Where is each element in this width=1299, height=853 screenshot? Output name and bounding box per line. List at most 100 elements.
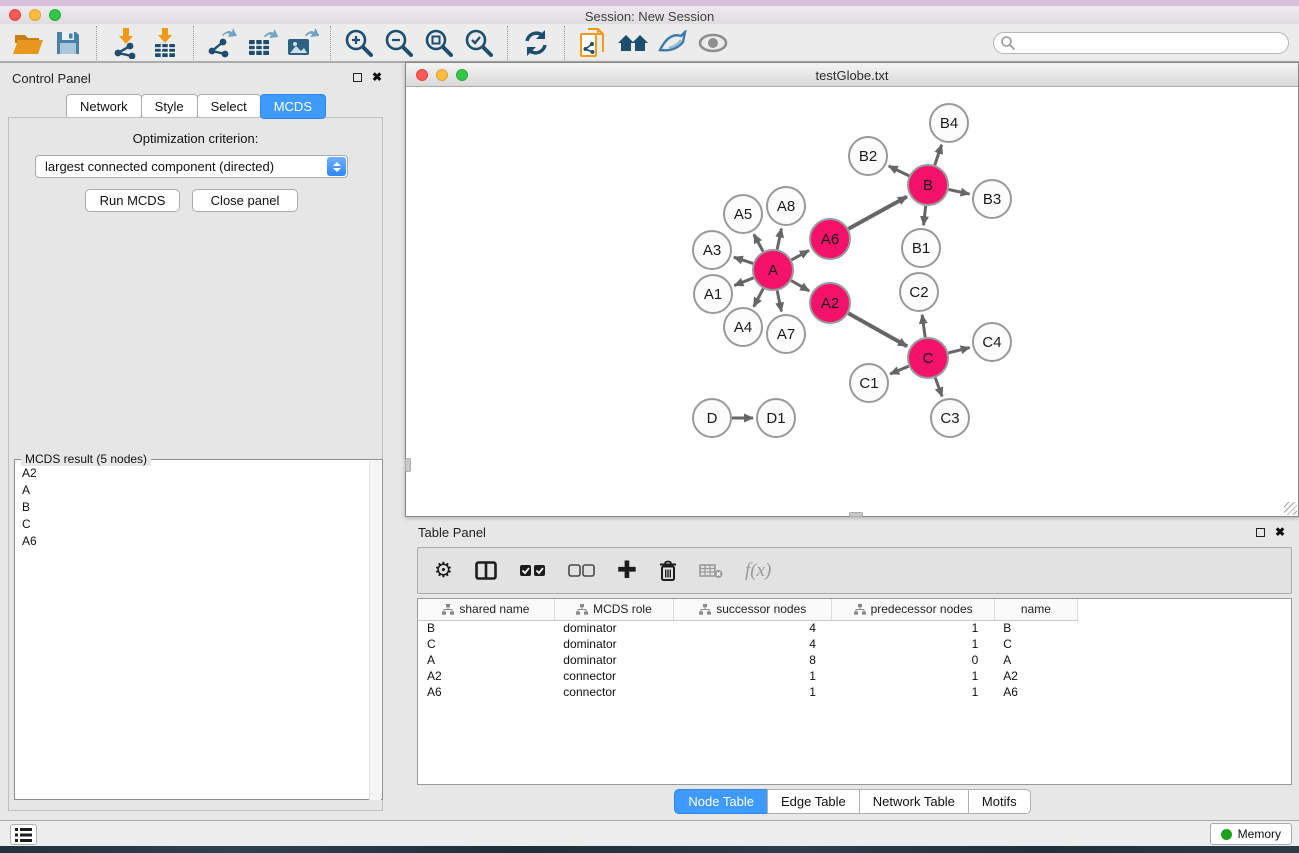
table-row[interactable]: A2connector11A2 bbox=[418, 668, 1078, 684]
edge-A-A1[interactable] bbox=[734, 278, 753, 286]
network-horizontal-scrollbar[interactable] bbox=[849, 512, 863, 517]
table-cell[interactable]: 1 bbox=[674, 684, 832, 700]
tab-node-table[interactable]: Node Table bbox=[674, 789, 768, 814]
tab-mcds[interactable]: MCDS bbox=[260, 94, 326, 119]
network-vertical-scrollbar[interactable] bbox=[405, 458, 411, 472]
close-panel-button[interactable]: Close panel bbox=[192, 189, 298, 212]
result-item[interactable]: A bbox=[15, 481, 370, 498]
delete-table-icon[interactable] bbox=[699, 563, 723, 579]
save-session-icon[interactable] bbox=[48, 26, 88, 60]
export-table-icon[interactable] bbox=[242, 26, 282, 60]
edge-C-C3[interactable] bbox=[935, 378, 942, 397]
task-history-button[interactable] bbox=[10, 824, 37, 845]
edge-A-A8[interactable] bbox=[777, 229, 781, 250]
table-cell[interactable]: 0 bbox=[832, 652, 994, 668]
edge-A-A5[interactable] bbox=[754, 234, 763, 251]
zoom-selected-icon[interactable] bbox=[459, 26, 499, 60]
search-input[interactable] bbox=[1016, 34, 1288, 52]
table-row[interactable]: A6connector11A6 bbox=[418, 684, 1078, 700]
float-panel-icon[interactable] bbox=[353, 73, 362, 82]
duplicate-network-icon[interactable] bbox=[573, 26, 613, 60]
network-window-titlebar[interactable]: testGlobe.txt bbox=[406, 63, 1298, 87]
edge-A2-C[interactable] bbox=[848, 313, 907, 346]
table-cell[interactable]: connector bbox=[554, 668, 673, 684]
table-cell[interactable]: 1 bbox=[832, 668, 994, 684]
table-row[interactable]: Cdominator41C bbox=[418, 636, 1078, 652]
table-cell[interactable]: A bbox=[418, 652, 554, 668]
table-cell[interactable]: 8 bbox=[674, 652, 832, 668]
table-cell[interactable]: C bbox=[994, 636, 1077, 652]
home-view-icon[interactable] bbox=[613, 26, 653, 60]
column-header-predecessor-nodes[interactable]: predecessor nodes bbox=[832, 599, 994, 620]
edge-A-A7[interactable] bbox=[777, 291, 781, 312]
network-canvas[interactable]: B4B2BB3A8A5A6B1A3AC2A1A2A4A7C4CC1C3DD1 bbox=[406, 88, 1298, 516]
tab-style[interactable]: Style bbox=[141, 94, 198, 119]
float-panel-icon[interactable] bbox=[1256, 528, 1265, 537]
table-cell[interactable]: dominator bbox=[554, 652, 673, 668]
node-table[interactable]: shared nameMCDS rolesuccessor nodesprede… bbox=[417, 598, 1292, 785]
import-network-icon[interactable] bbox=[105, 26, 145, 60]
column-header-successor-nodes[interactable]: successor nodes bbox=[674, 599, 832, 620]
edge-A-A4[interactable] bbox=[754, 289, 764, 307]
show-selected-eye-icon[interactable] bbox=[693, 26, 733, 60]
table-row[interactable]: Bdominator41B bbox=[418, 620, 1078, 636]
table-cell[interactable]: A6 bbox=[994, 684, 1077, 700]
open-session-icon[interactable] bbox=[8, 26, 48, 60]
search-box[interactable] bbox=[993, 32, 1289, 54]
table-cell[interactable]: 1 bbox=[674, 668, 832, 684]
edge-B-B1[interactable] bbox=[924, 206, 926, 225]
unselect-all-columns-icon[interactable] bbox=[568, 564, 595, 577]
select-all-columns-icon[interactable] bbox=[519, 564, 546, 577]
tab-select[interactable]: Select bbox=[197, 94, 261, 119]
zoom-in-icon[interactable] bbox=[339, 26, 379, 60]
edge-C-C1[interactable] bbox=[890, 366, 908, 374]
table-cell[interactable]: A6 bbox=[418, 684, 554, 700]
column-header-name[interactable]: name bbox=[994, 599, 1077, 620]
function-builder-icon[interactable]: f(x) bbox=[745, 560, 771, 582]
table-row[interactable]: Adominator80A bbox=[418, 652, 1078, 668]
table-cell[interactable]: B bbox=[418, 620, 554, 636]
column-header-MCDS-role[interactable]: MCDS role bbox=[554, 599, 673, 620]
table-cell[interactable]: 1 bbox=[832, 684, 994, 700]
export-network-icon[interactable] bbox=[202, 26, 242, 60]
table-cell[interactable]: A bbox=[994, 652, 1077, 668]
table-cell[interactable]: B bbox=[994, 620, 1077, 636]
export-image-icon[interactable] bbox=[282, 26, 322, 60]
table-cell[interactable]: 1 bbox=[832, 636, 994, 652]
tab-motifs[interactable]: Motifs bbox=[968, 789, 1031, 814]
edge-A6-B[interactable] bbox=[848, 197, 907, 229]
table-cell[interactable]: dominator bbox=[554, 620, 673, 636]
edge-B-B2[interactable] bbox=[889, 166, 909, 176]
table-cell[interactable]: 4 bbox=[674, 620, 832, 636]
tab-network-table[interactable]: Network Table bbox=[859, 789, 969, 814]
table-cell[interactable]: C bbox=[418, 636, 554, 652]
table-cell[interactable]: connector bbox=[554, 684, 673, 700]
show-columns-icon[interactable] bbox=[475, 561, 497, 580]
table-cell[interactable]: A2 bbox=[418, 668, 554, 684]
memory-button[interactable]: Memory bbox=[1210, 823, 1292, 845]
close-panel-icon[interactable]: ✖ bbox=[372, 72, 382, 82]
tab-network[interactable]: Network bbox=[66, 94, 142, 119]
table-cell[interactable]: 4 bbox=[674, 636, 832, 652]
result-item[interactable]: C bbox=[15, 515, 370, 532]
select-stepper-icon[interactable] bbox=[327, 157, 346, 176]
network-graph[interactable]: B4B2BB3A8A5A6B1A3AC2A1A2A4A7C4CC1C3DD1 bbox=[406, 88, 1298, 516]
refresh-icon[interactable] bbox=[516, 26, 556, 60]
create-column-plus-icon[interactable]: ✚ bbox=[617, 560, 637, 581]
result-item[interactable]: A6 bbox=[15, 532, 370, 549]
close-panel-icon[interactable]: ✖ bbox=[1275, 527, 1285, 537]
column-header-shared-name[interactable]: shared name bbox=[418, 599, 554, 620]
result-item[interactable]: B bbox=[15, 498, 370, 515]
zoom-out-icon[interactable] bbox=[379, 26, 419, 60]
mcds-result-list[interactable]: A2ABCA6 bbox=[15, 464, 370, 549]
run-mcds-button[interactable]: Run MCDS bbox=[85, 189, 180, 212]
table-cell[interactable]: dominator bbox=[554, 636, 673, 652]
result-list-scrollbar[interactable] bbox=[369, 461, 381, 800]
zoom-fit-icon[interactable] bbox=[419, 26, 459, 60]
table-cell[interactable]: A2 bbox=[994, 668, 1077, 684]
edge-B-B3[interactable] bbox=[949, 189, 970, 194]
edge-B-B4[interactable] bbox=[935, 145, 942, 165]
table-options-gear-icon[interactable]: ⚙ bbox=[434, 560, 453, 581]
edge-A-A3[interactable] bbox=[734, 257, 753, 263]
hide-selected-eye-icon[interactable] bbox=[653, 26, 693, 60]
